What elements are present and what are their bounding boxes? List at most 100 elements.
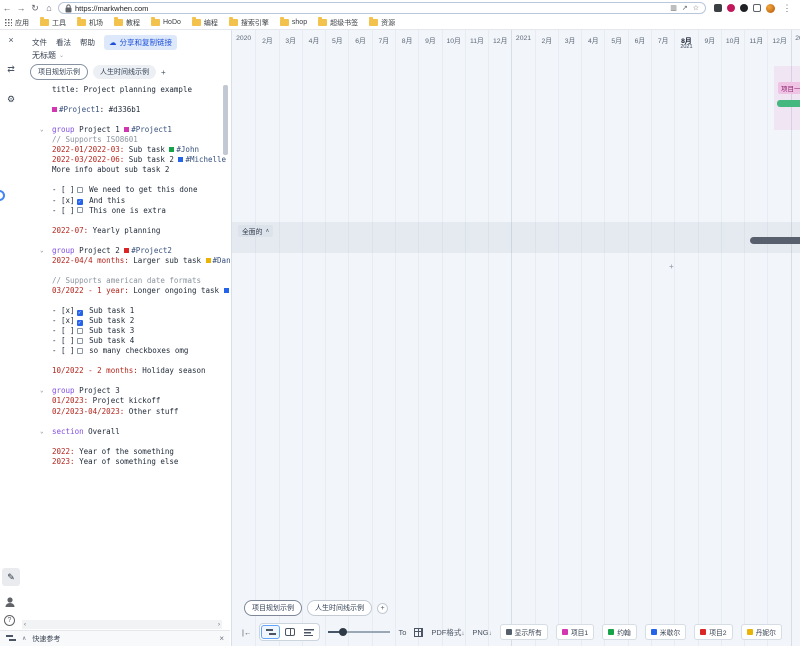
subtask-event-bar[interactable] (777, 100, 800, 107)
timeline-month-column[interactable]: 4月 (581, 30, 604, 646)
quick-reference-label[interactable]: 快速参考 (32, 634, 60, 644)
help-icon[interactable]: ? (4, 615, 15, 626)
share-link-button[interactable]: ☁ 分享和复制链接 (104, 35, 177, 50)
timeline-month-column[interactable]: 2020 (232, 30, 255, 646)
timeline-month-column[interactable]: 6月 (348, 30, 371, 646)
bookmark-item[interactable]: HoDo (151, 19, 181, 26)
profile-icon[interactable] (4, 596, 16, 608)
timeline-month-column[interactable]: 10月 (442, 30, 465, 646)
export-png-button[interactable]: PNG↓ (472, 628, 491, 637)
bookmark-item[interactable]: 超级书签 (318, 18, 358, 28)
menu-help[interactable]: 帮助 (80, 37, 95, 48)
timeline-month-column[interactable]: 7月 (651, 30, 674, 646)
timeline-tab[interactable]: 项目规划示例 (244, 600, 302, 616)
project1-group-badge[interactable]: 项目一 (778, 82, 800, 94)
extension-icon[interactable] (727, 4, 735, 12)
zoom-slider[interactable] (328, 628, 390, 636)
document-title[interactable]: 无标题 ⌄ (32, 50, 64, 61)
timeline-tab[interactable]: 人生时间线示例 (93, 65, 156, 79)
timeline-month-column[interactable]: 3月 (558, 30, 581, 646)
scroll-left-icon[interactable]: ‹ (24, 622, 26, 628)
swap-panes-icon[interactable]: ⇄ (3, 64, 19, 75)
timeline-month-column[interactable]: 4月 (302, 30, 325, 646)
timeline-month-column[interactable]: 12月 (488, 30, 511, 646)
share-icon[interactable]: ↗ (682, 4, 688, 12)
slider-knob[interactable] (339, 628, 347, 636)
reload-icon[interactable]: ↻ (28, 3, 42, 14)
home-icon[interactable]: ⌂ (42, 3, 56, 13)
bookmark-item[interactable]: 工具 (40, 18, 66, 28)
overall-section-label[interactable]: 全面的 ∧ (238, 225, 273, 237)
close-panel-icon[interactable]: × (3, 35, 19, 45)
bookmark-item[interactable]: 搜索引擎 (229, 18, 269, 28)
timeline-month-column[interactable]: 9月 (698, 30, 721, 646)
list-view-button[interactable] (299, 625, 318, 639)
gear-icon[interactable]: ⚙ (3, 94, 19, 105)
browser-menu-icon[interactable]: ⋮ (780, 3, 794, 14)
year-event-bar[interactable] (750, 237, 800, 244)
timeline-month-column[interactable]: 2月 (255, 30, 278, 646)
timeline-month-column[interactable]: 8月2021 (674, 30, 697, 646)
legend-tag-chip[interactable]: 项目1 (556, 624, 594, 640)
add-event-hint[interactable]: + (669, 262, 674, 271)
table-export-icon[interactable] (414, 628, 423, 637)
bookmark-item[interactable]: 机场 (77, 18, 103, 28)
bookmark-item[interactable]: 编程 (192, 18, 218, 28)
column-view-button[interactable] (280, 625, 299, 639)
legend-tag-chip[interactable]: 项目2 (694, 624, 732, 640)
assistant-icon[interactable] (0, 190, 5, 201)
export-pdf-button[interactable]: PDF格式↓ (431, 627, 464, 638)
checkbox[interactable]: ✓ (77, 320, 83, 326)
url-bar[interactable]: https://markwhen.com ▥ ↗ ☆ (58, 2, 706, 14)
timeline-month-column[interactable]: 5月 (325, 30, 348, 646)
fold-chevron-icon[interactable]: ⌄ (40, 427, 44, 437)
editor-horizontal-scrollbar[interactable]: ‹ › (22, 620, 222, 629)
timeline-month-column[interactable]: 9月 (418, 30, 441, 646)
timeline-month-column[interactable]: 5月 (604, 30, 627, 646)
page-actions-icon[interactable]: ▥ (670, 4, 677, 12)
bookmark-item[interactable]: 资源 (369, 18, 395, 28)
bookmark-star-icon[interactable]: ☆ (693, 4, 699, 12)
checkbox[interactable] (77, 187, 83, 193)
bookmark-item[interactable]: 应用 (5, 18, 29, 28)
back-icon[interactable]: ← (0, 3, 14, 13)
fold-chevron-icon[interactable]: ⌄ (40, 125, 44, 135)
timeline-tab[interactable]: 项目规划示例 (30, 64, 88, 80)
fold-chevron-icon[interactable]: ⌄ (40, 246, 44, 256)
extension-icon[interactable] (753, 4, 761, 12)
checkbox[interactable] (77, 338, 83, 344)
checkbox[interactable]: ✓ (77, 310, 83, 316)
timeline-month-column[interactable]: 11月 (744, 30, 767, 646)
gantt-view-button[interactable] (261, 625, 280, 639)
menu-file[interactable]: 文件 (32, 37, 47, 48)
code-editor[interactable]: title: Project planning example#Project1… (52, 85, 220, 467)
legend-tag-chip[interactable]: 米歇尔 (645, 624, 686, 640)
scroll-right-icon[interactable]: › (218, 622, 220, 628)
fold-chevron-icon[interactable]: ⌄ (40, 386, 44, 396)
timeline-month-column[interactable]: 11月 (465, 30, 488, 646)
timeline-month-column[interactable]: 10月 (721, 30, 744, 646)
add-tab-button[interactable]: + (161, 68, 166, 77)
show-all-filter-chip[interactable]: 显示所有 (500, 624, 548, 640)
jump-to-start-button[interactable]: |← (242, 628, 251, 637)
timeline-month-column[interactable]: 3月 (279, 30, 302, 646)
timeline-tab[interactable]: 人生时间线示例 (307, 600, 372, 616)
timeline-month-column[interactable]: 7月 (372, 30, 395, 646)
add-tab-button[interactable]: + (377, 603, 388, 614)
close-icon[interactable]: × (219, 634, 224, 643)
checkbox[interactable]: ✓ (77, 199, 83, 205)
bookmark-item[interactable]: 教程 (114, 18, 140, 28)
edit-mode-button[interactable]: ✎ (2, 568, 20, 586)
menu-view[interactable]: 看法 (56, 37, 71, 48)
checkbox[interactable] (77, 207, 83, 213)
timeline-month-column[interactable]: 6月 (628, 30, 651, 646)
legend-tag-chip[interactable]: 约翰 (602, 624, 637, 640)
bookmark-item[interactable]: shop (280, 19, 307, 26)
extension-icon[interactable] (714, 4, 722, 12)
timeline-month-column[interactable]: 2月 (535, 30, 558, 646)
editor-vertical-scrollbar[interactable] (223, 85, 228, 155)
timeline-month-column[interactable]: 2021 (511, 30, 534, 646)
checkbox[interactable] (77, 348, 83, 354)
forward-icon[interactable]: → (14, 3, 28, 13)
chevron-up-icon[interactable]: ∧ (22, 635, 26, 642)
